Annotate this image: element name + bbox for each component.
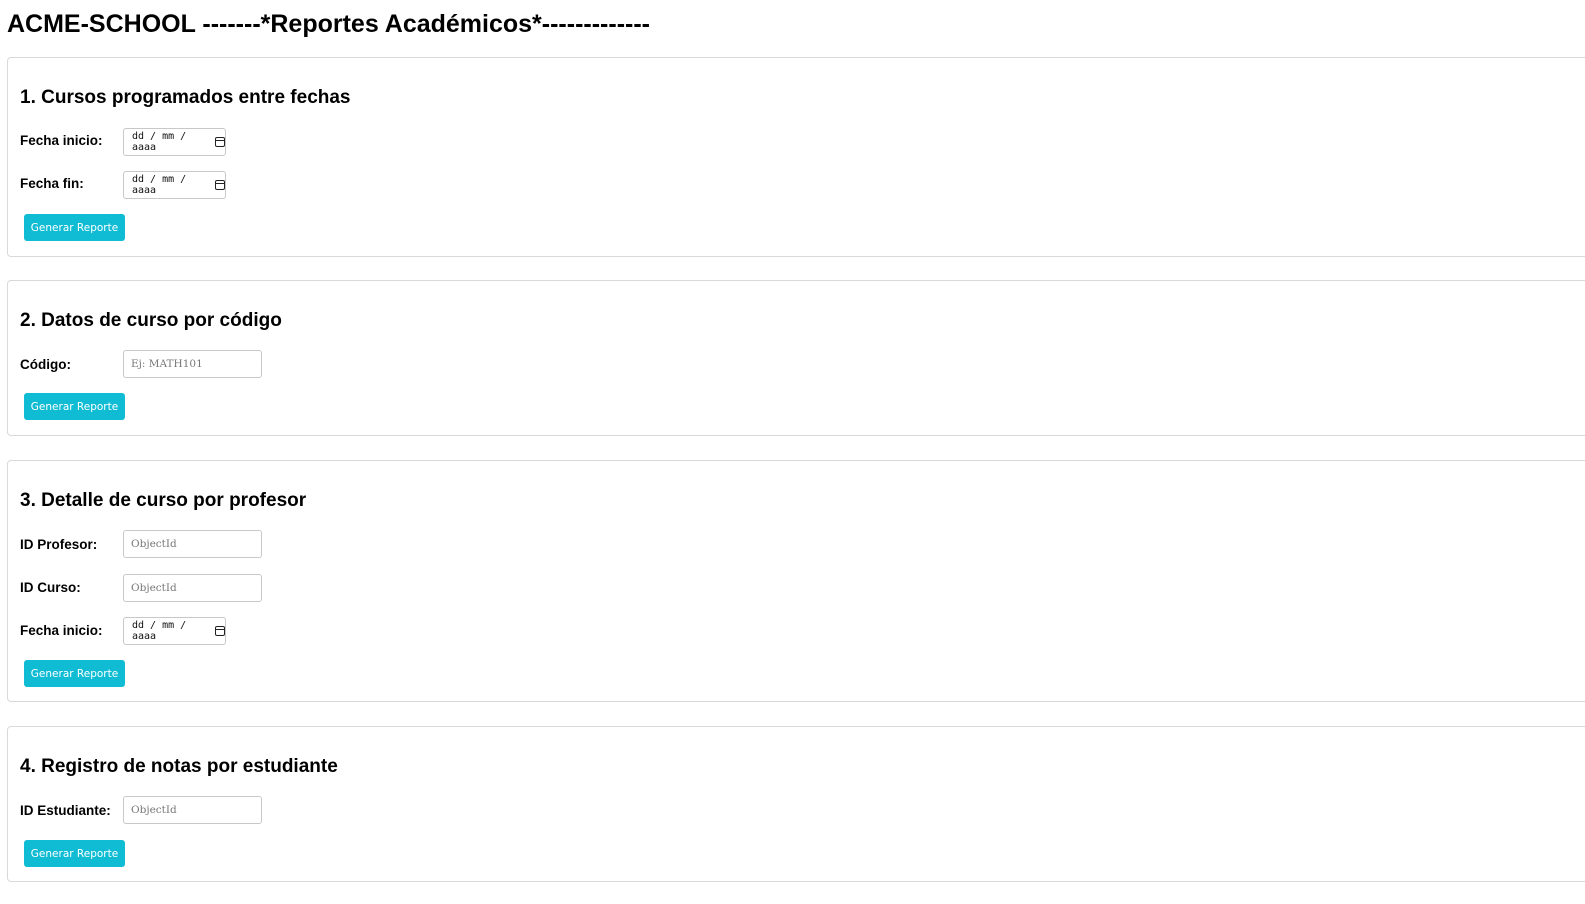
course-id-label: ID Curso:: [20, 580, 81, 595]
report-section-course-by-teacher: 3. Detalle de curso por profesor ID Prof…: [7, 460, 1585, 702]
start-date-label: Fecha inicio:: [20, 133, 103, 148]
section-title: 1. Cursos programados entre fechas: [20, 87, 351, 108]
calendar-icon[interactable]: [214, 180, 225, 190]
student-id-label: ID Estudiante:: [20, 803, 111, 818]
section-title: 4. Registro de notas por estudiante: [20, 756, 338, 777]
start-date-label: Fecha inicio:: [20, 623, 103, 638]
calendar-icon[interactable]: [214, 626, 225, 636]
teacher-id-label: ID Profesor:: [20, 537, 98, 552]
start-date-input[interactable]: dd / mm / aaaa: [123, 128, 226, 156]
section-title: 2. Datos de curso por código: [20, 310, 282, 331]
report-section-courses-between-dates: 1. Cursos programados entre fechas Fecha…: [7, 57, 1585, 257]
end-date-input[interactable]: dd / mm / aaaa: [123, 171, 226, 199]
calendar-icon[interactable]: [214, 137, 225, 147]
start-date-input[interactable]: dd / mm / aaaa: [123, 617, 226, 645]
student-id-input[interactable]: [123, 796, 262, 824]
date-placeholder: dd / mm / aaaa: [132, 131, 187, 153]
generate-report-button[interactable]: Generar Reporte: [24, 393, 125, 420]
report-section-course-by-code: 2. Datos de curso por código Código: Gen…: [7, 280, 1585, 436]
generate-report-button[interactable]: Generar Reporte: [24, 840, 125, 867]
generate-report-button[interactable]: Generar Reporte: [24, 660, 125, 687]
generate-report-button[interactable]: Generar Reporte: [24, 214, 125, 241]
section-title: 3. Detalle de curso por profesor: [20, 490, 307, 511]
report-section-grades-by-student: 4. Registro de notas por estudiante ID E…: [7, 726, 1585, 882]
date-placeholder: dd / mm / aaaa: [132, 620, 187, 642]
course-code-label: Código:: [20, 357, 71, 372]
course-id-input[interactable]: [123, 574, 262, 602]
end-date-label: Fecha fin:: [20, 176, 84, 191]
course-code-input[interactable]: [123, 350, 262, 378]
date-placeholder: dd / mm / aaaa: [132, 174, 187, 196]
teacher-id-input[interactable]: [123, 530, 262, 558]
page-title: ACME-SCHOOL -------*Reportes Académicos*…: [7, 10, 651, 38]
